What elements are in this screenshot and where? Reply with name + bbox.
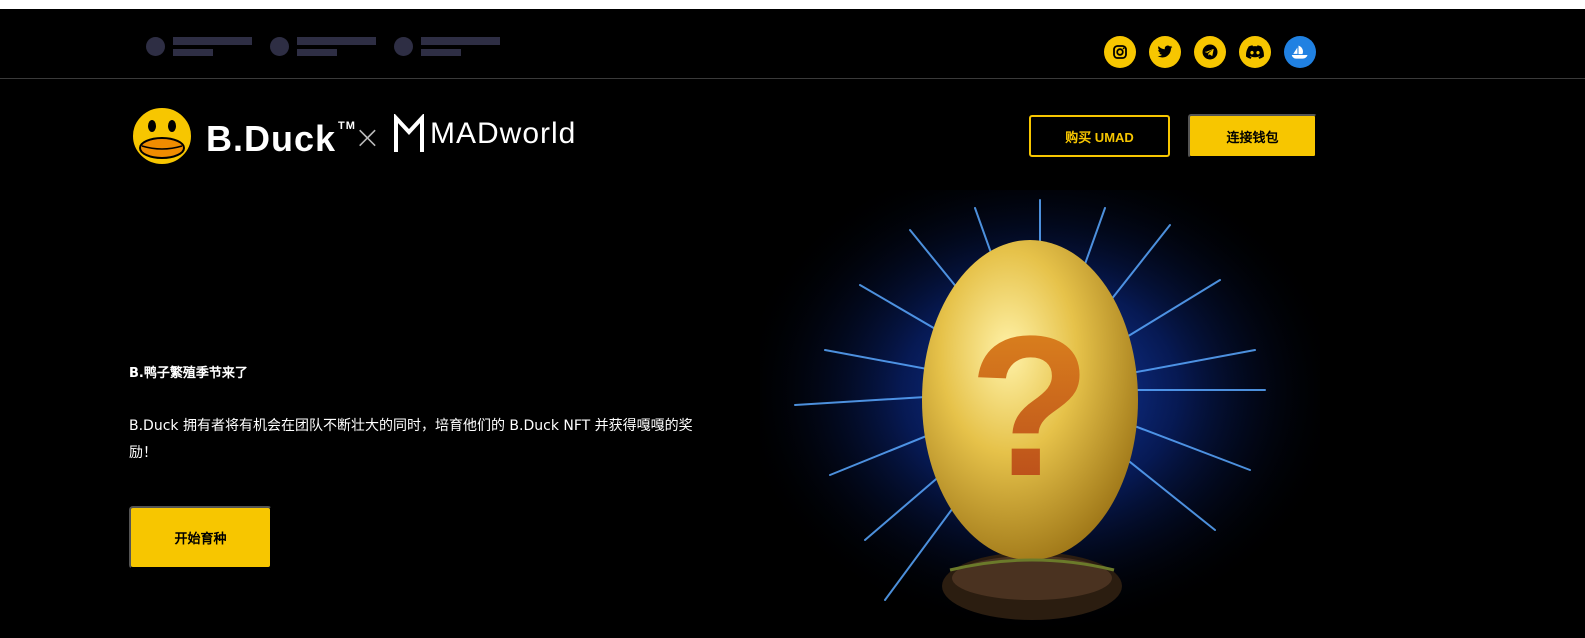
duck-mascot-icon xyxy=(131,106,193,166)
social-links xyxy=(1104,36,1316,68)
madworld-mark-icon xyxy=(394,114,424,152)
stat-dot xyxy=(146,37,165,56)
discord-link[interactable] xyxy=(1239,36,1271,68)
stat-dot xyxy=(270,37,289,56)
discord-icon xyxy=(1246,45,1264,59)
stat-dot xyxy=(394,37,413,56)
telegram-link[interactable] xyxy=(1194,36,1226,68)
opensea-link[interactable] xyxy=(1284,36,1316,68)
instagram-icon xyxy=(1113,45,1127,59)
site-header: B.Duck TM × MADworld 购买 UMAD 连接钱包 xyxy=(0,80,1585,190)
telegram-icon xyxy=(1202,44,1218,60)
buy-umad-button[interactable]: 购买 UMAD xyxy=(1029,115,1170,157)
top-strip xyxy=(0,0,1585,9)
bduck-wordmark: B.Duck TM xyxy=(206,118,356,159)
stat-placeholder xyxy=(270,37,376,56)
hero-title: B.鸭子繁殖季节来了 xyxy=(129,366,248,381)
madworld-wordmark: MADworld xyxy=(430,117,577,150)
instagram-link[interactable] xyxy=(1104,36,1136,68)
twitter-link[interactable] xyxy=(1149,36,1181,68)
twitter-icon xyxy=(1157,45,1173,58)
bduck-logo[interactable]: B.Duck TM xyxy=(130,104,356,166)
hero-description: B.Duck 拥有者将有机会在团队不断壮大的同时，培育他们的 B.Duck NF… xyxy=(129,418,693,461)
opensea-icon xyxy=(1291,45,1308,59)
top-bar xyxy=(0,9,1585,79)
madworld-logo[interactable]: MADworld xyxy=(394,114,576,154)
collab-separator: × xyxy=(354,118,381,156)
golden-egg-artwork: ? xyxy=(760,190,1320,638)
connect-wallet-button[interactable]: 连接钱包 xyxy=(1188,114,1317,158)
question-mark-glyph: ? xyxy=(969,295,1091,518)
start-breeding-button[interactable]: 开始育种 xyxy=(129,506,272,569)
stat-placeholder xyxy=(394,37,500,56)
stat-placeholder xyxy=(146,37,252,56)
loading-stats xyxy=(146,37,500,56)
